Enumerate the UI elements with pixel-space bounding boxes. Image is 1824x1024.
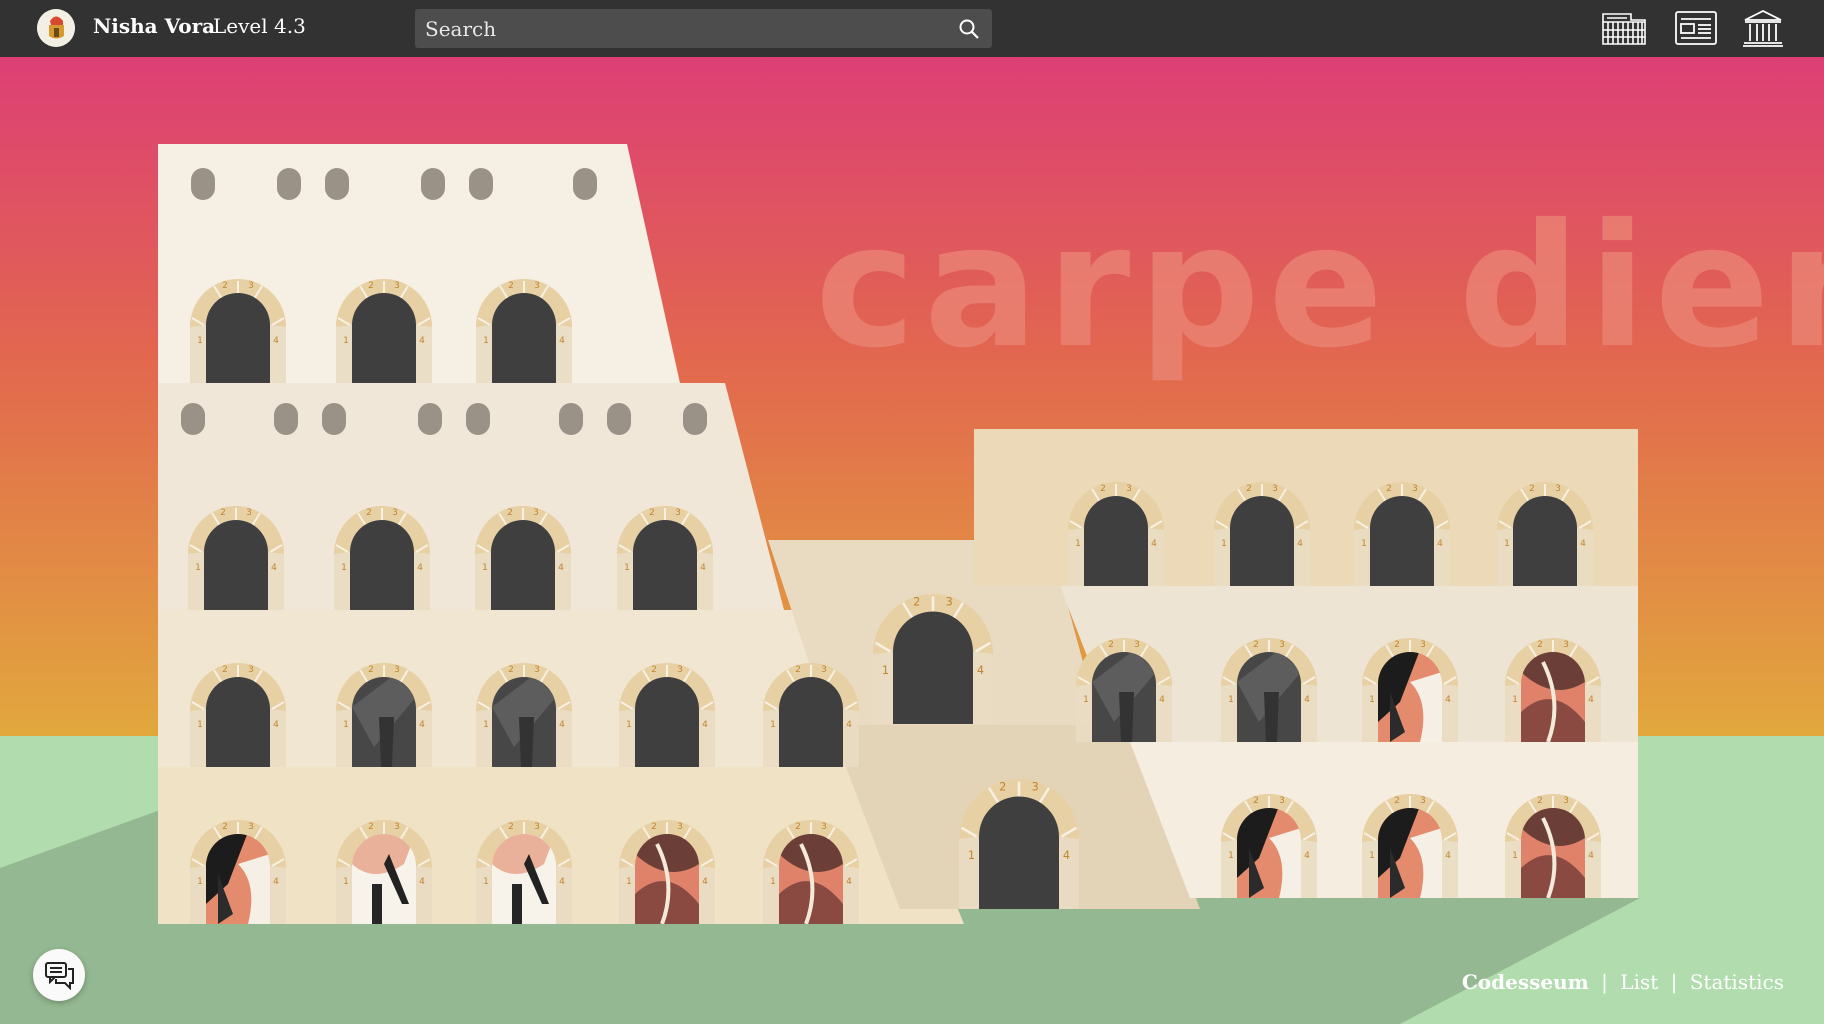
newspaper-icon[interactable]	[1673, 8, 1719, 48]
codesseum-scene: 1 2 3 4	[0, 57, 1824, 1024]
statistics-link[interactable]: Statistics	[1690, 970, 1784, 994]
museum-icon[interactable]	[1740, 8, 1786, 48]
link-separator: |	[1601, 970, 1608, 994]
user-avatar[interactable]	[37, 9, 75, 47]
user-name[interactable]: Nisha Vora	[93, 14, 215, 38]
link-separator: |	[1670, 970, 1678, 994]
search-icon[interactable]	[958, 18, 980, 40]
search-input[interactable]	[425, 9, 945, 48]
gladiator-helmet-icon	[37, 9, 75, 47]
colosseum-icon[interactable]	[1601, 8, 1647, 48]
list-link[interactable]: List	[1620, 970, 1658, 994]
user-level: Level 4.3	[213, 14, 306, 38]
view-switcher: Codesseum | List | Statistics	[1456, 970, 1784, 994]
codesseum-link[interactable]: Codesseum	[1462, 970, 1589, 994]
chat-button[interactable]	[33, 949, 85, 1001]
chat-icon	[45, 962, 74, 990]
motto-text: carpe diem	[815, 188, 1824, 386]
top-bar: Nisha Vora Level 4.3	[0, 0, 1824, 57]
search-box[interactable]	[415, 9, 992, 48]
